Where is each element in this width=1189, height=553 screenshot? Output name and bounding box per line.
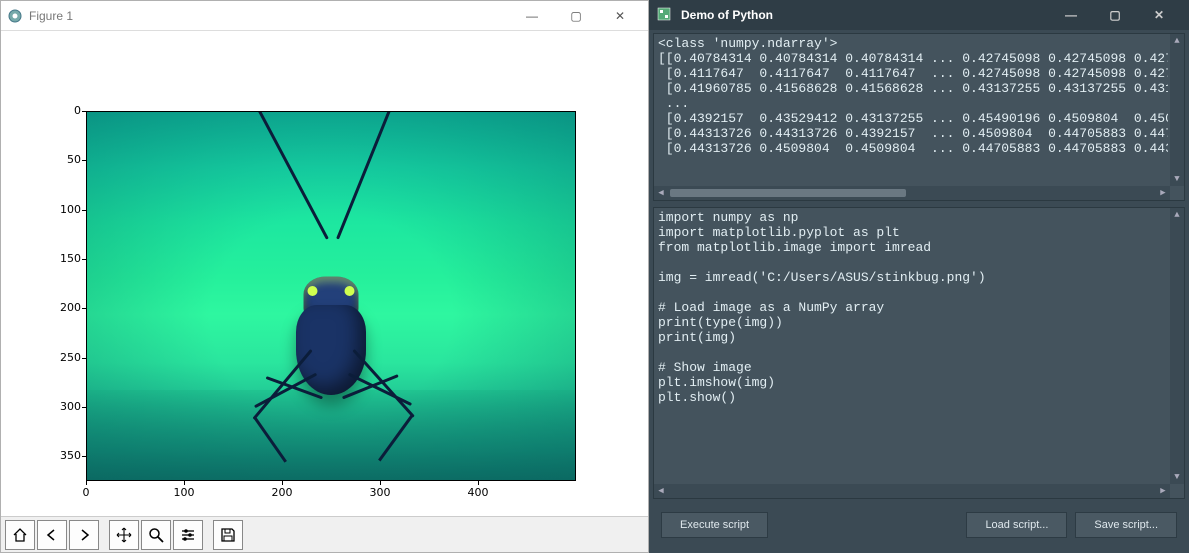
- scroll-right-icon[interactable]: ▶: [1158, 188, 1168, 198]
- x-tick-label: 400: [463, 486, 493, 499]
- stinkbug-image: [201, 164, 461, 464]
- save-script-button[interactable]: Save script...: [1075, 512, 1177, 538]
- ide-title: Demo of Python: [681, 8, 773, 22]
- figure-close-button[interactable]: ✕: [598, 2, 642, 30]
- figure-titlebar[interactable]: Figure 1 — ▢ ✕: [1, 1, 648, 31]
- ide-maximize-button[interactable]: ▢: [1093, 1, 1137, 29]
- x-tick-label: 300: [365, 486, 395, 499]
- figure-minimize-button[interactable]: —: [510, 2, 554, 30]
- code-scrollbar-horizontal[interactable]: ◀ ▶: [654, 484, 1170, 498]
- figure-title: Figure 1: [29, 9, 510, 23]
- output-text[interactable]: <class 'numpy.ndarray'> [[0.40784314 0.4…: [658, 36, 1168, 184]
- ide-window: Demo of Python — ▢ ✕ <class 'numpy.ndarr…: [649, 0, 1189, 553]
- ide-app-icon: [657, 7, 673, 23]
- ide-button-row: Execute script Load script... Save scrip…: [649, 502, 1189, 548]
- figure-maximize-button[interactable]: ▢: [554, 2, 598, 30]
- x-tick-label: 0: [71, 486, 101, 499]
- ide-titlebar[interactable]: Demo of Python — ▢ ✕: [649, 0, 1189, 30]
- forward-button[interactable]: [69, 520, 99, 550]
- ide-minimize-button[interactable]: —: [1049, 1, 1093, 29]
- load-script-button[interactable]: Load script...: [966, 512, 1067, 538]
- home-button[interactable]: [5, 520, 35, 550]
- y-tick-label: 0: [41, 104, 81, 117]
- scroll-right-icon[interactable]: ▶: [1158, 486, 1168, 496]
- code-pane[interactable]: import numpy as np import matplotlib.pyp…: [653, 207, 1185, 499]
- y-tick-label: 50: [41, 153, 81, 166]
- y-tick-label: 350: [41, 449, 81, 462]
- x-tick-label: 100: [169, 486, 199, 499]
- mpl-toolbar: [1, 516, 648, 552]
- code-scrollbar-vertical[interactable]: ▲ ▼: [1170, 208, 1184, 484]
- figure-window: Figure 1 — ▢ ✕ 0501001502002: [0, 0, 649, 553]
- back-button[interactable]: [37, 520, 67, 550]
- y-tick-label: 200: [41, 301, 81, 314]
- y-tick-label: 100: [41, 203, 81, 216]
- output-scroll-thumb[interactable]: [670, 189, 906, 197]
- output-scrollbar-horizontal[interactable]: ◀ ▶: [654, 186, 1170, 200]
- y-tick-label: 300: [41, 400, 81, 413]
- output-scrollbar-vertical[interactable]: ▲ ▼: [1170, 34, 1184, 186]
- zoom-button[interactable]: [141, 520, 171, 550]
- subplots-button[interactable]: [173, 520, 203, 550]
- pan-button[interactable]: [109, 520, 139, 550]
- x-tick-label: 200: [267, 486, 297, 499]
- code-text[interactable]: import numpy as np import matplotlib.pyp…: [658, 210, 1168, 482]
- save-button[interactable]: [213, 520, 243, 550]
- scroll-left-icon[interactable]: ◀: [656, 188, 666, 198]
- scroll-down-icon[interactable]: ▼: [1172, 472, 1182, 482]
- output-pane[interactable]: <class 'numpy.ndarray'> [[0.40784314 0.4…: [653, 33, 1185, 201]
- execute-script-button[interactable]: Execute script: [661, 512, 768, 538]
- scroll-down-icon[interactable]: ▼: [1172, 174, 1182, 184]
- scroll-left-icon[interactable]: ◀: [656, 486, 666, 496]
- ide-close-button[interactable]: ✕: [1137, 1, 1181, 29]
- scroll-up-icon[interactable]: ▲: [1172, 36, 1182, 46]
- scroll-up-icon[interactable]: ▲: [1172, 210, 1182, 220]
- figure-canvas[interactable]: 0 50 100 150 200 250 300 350 0 100 200 300 400: [1, 31, 648, 516]
- figure-app-icon: [7, 8, 23, 24]
- plot-image: [86, 111, 576, 481]
- y-tick-label: 250: [41, 351, 81, 364]
- y-tick-label: 150: [41, 252, 81, 265]
